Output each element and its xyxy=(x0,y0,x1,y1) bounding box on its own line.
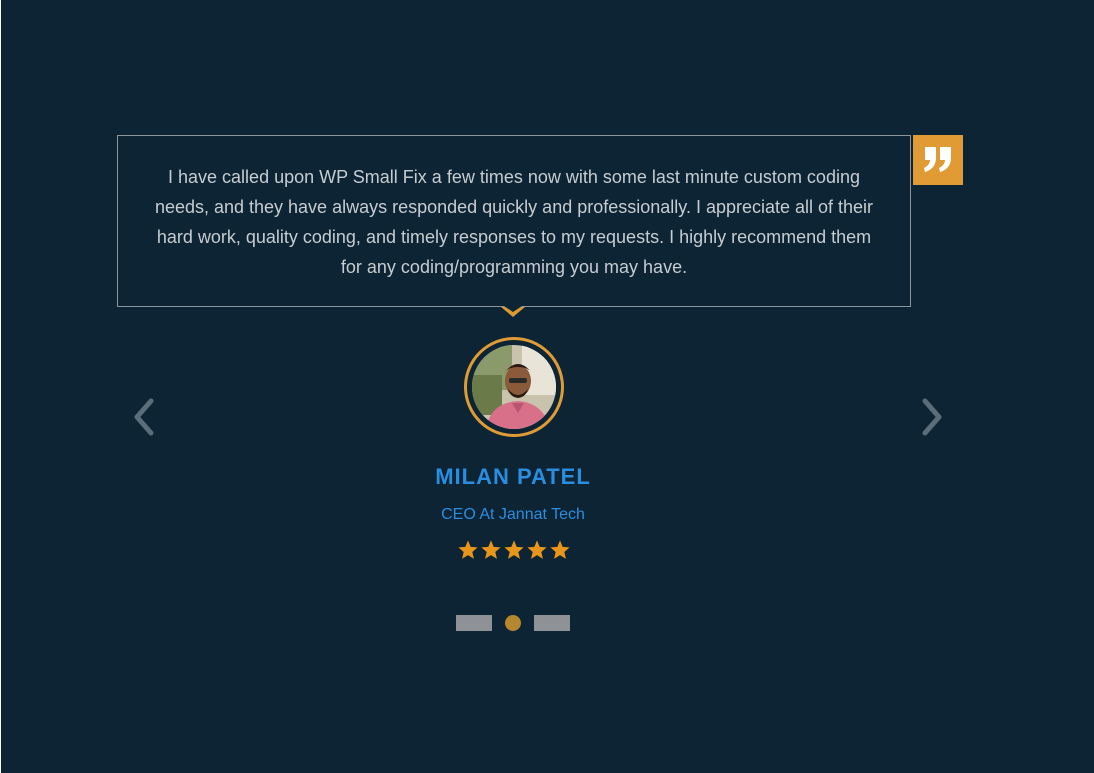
star-icon xyxy=(458,540,478,559)
slide-dot-2-active[interactable] xyxy=(505,615,521,631)
star-icon xyxy=(504,540,524,559)
slide-dot-3[interactable] xyxy=(534,615,570,631)
testimonial-section: I have called upon WP Small Fix a few ti… xyxy=(1,0,1094,773)
rating-stars xyxy=(457,539,571,561)
testimonial-author-role: CEO At Jannat Tech xyxy=(441,506,585,523)
chevron-left-icon xyxy=(134,398,154,436)
chevron-right-icon xyxy=(922,398,942,436)
avatar xyxy=(464,337,564,437)
slide-dot-1[interactable] xyxy=(456,615,492,631)
quote-badge xyxy=(913,135,963,185)
star-icon xyxy=(481,540,501,559)
slider-pagination xyxy=(456,615,570,631)
testimonial-author-name: MILAN PATEL xyxy=(435,464,591,489)
star-icon xyxy=(527,540,547,559)
testimonial-quote-text: I have called upon WP Small Fix a few ti… xyxy=(154,167,874,277)
prev-button[interactable] xyxy=(129,397,159,437)
quote-box-pointer-inner xyxy=(504,306,522,312)
next-button[interactable] xyxy=(917,397,947,437)
avatar-photo xyxy=(472,345,556,429)
star-icon xyxy=(550,540,570,559)
quote-icon xyxy=(924,147,951,172)
testimonial-quote-box: I have called upon WP Small Fix a few ti… xyxy=(117,135,911,307)
